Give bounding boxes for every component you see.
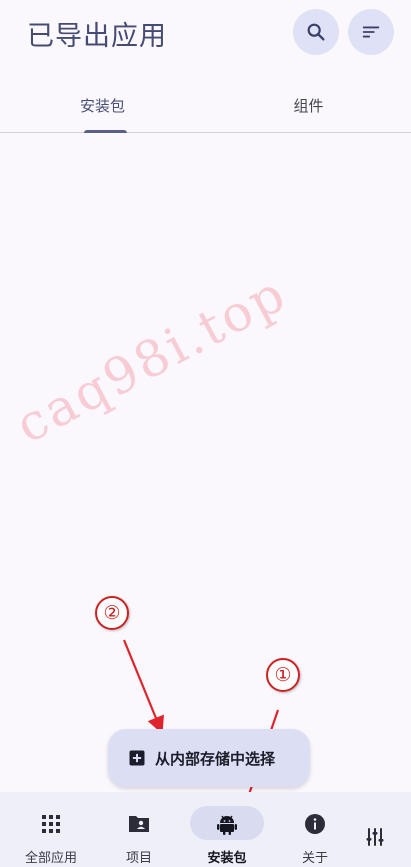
nav-item-about-label: 关于: [301, 851, 328, 866]
tab-components-label: 组件: [293, 97, 324, 115]
bottom-navigation: 全部应用 项目 安装包 关于: [0, 792, 411, 867]
search-icon: [307, 23, 325, 41]
tab-packages[interactable]: 安装包: [0, 80, 205, 132]
select-from-storage-button[interactable]: 从内部存储中选择: [108, 729, 310, 787]
annotation-marker-2: ②: [95, 596, 129, 630]
tab-bar: 安装包 组件: [0, 80, 411, 133]
settings-button[interactable]: [360, 822, 390, 852]
tab-components[interactable]: 组件: [206, 80, 411, 132]
watermark: caq98i.top: [6, 263, 297, 455]
info-icon: [303, 812, 327, 836]
page-title: 已导出应用: [27, 21, 167, 52]
nav-item-packages-label: 安装包: [207, 851, 247, 866]
android-icon: [215, 812, 239, 836]
nav-item-about[interactable]: 关于: [269, 792, 361, 867]
tab-indicator: [84, 130, 127, 133]
nav-item-projects-label: 项目: [125, 851, 152, 866]
search-button[interactable]: [293, 9, 339, 55]
sort-icon: [362, 26, 380, 38]
tab-packages-label: 安装包: [79, 97, 125, 115]
grid-icon: [39, 812, 63, 836]
nav-item-projects[interactable]: 项目: [93, 792, 185, 867]
select-from-storage-label: 从内部存储中选择: [155, 749, 276, 768]
annotation-arrow-2: [122, 639, 164, 735]
tune-icon: [366, 828, 384, 846]
annotation-marker-1: ①: [266, 658, 300, 692]
nav-item-all-apps-label: 全部应用: [24, 851, 77, 866]
app-bar: 已导出应用: [0, 0, 411, 68]
add-box-icon: [129, 750, 145, 766]
nav-item-all-apps[interactable]: 全部应用: [5, 792, 97, 867]
sort-button[interactable]: [348, 9, 394, 55]
nav-item-packages[interactable]: 安装包: [181, 792, 273, 867]
folder-account-icon: [127, 812, 151, 836]
